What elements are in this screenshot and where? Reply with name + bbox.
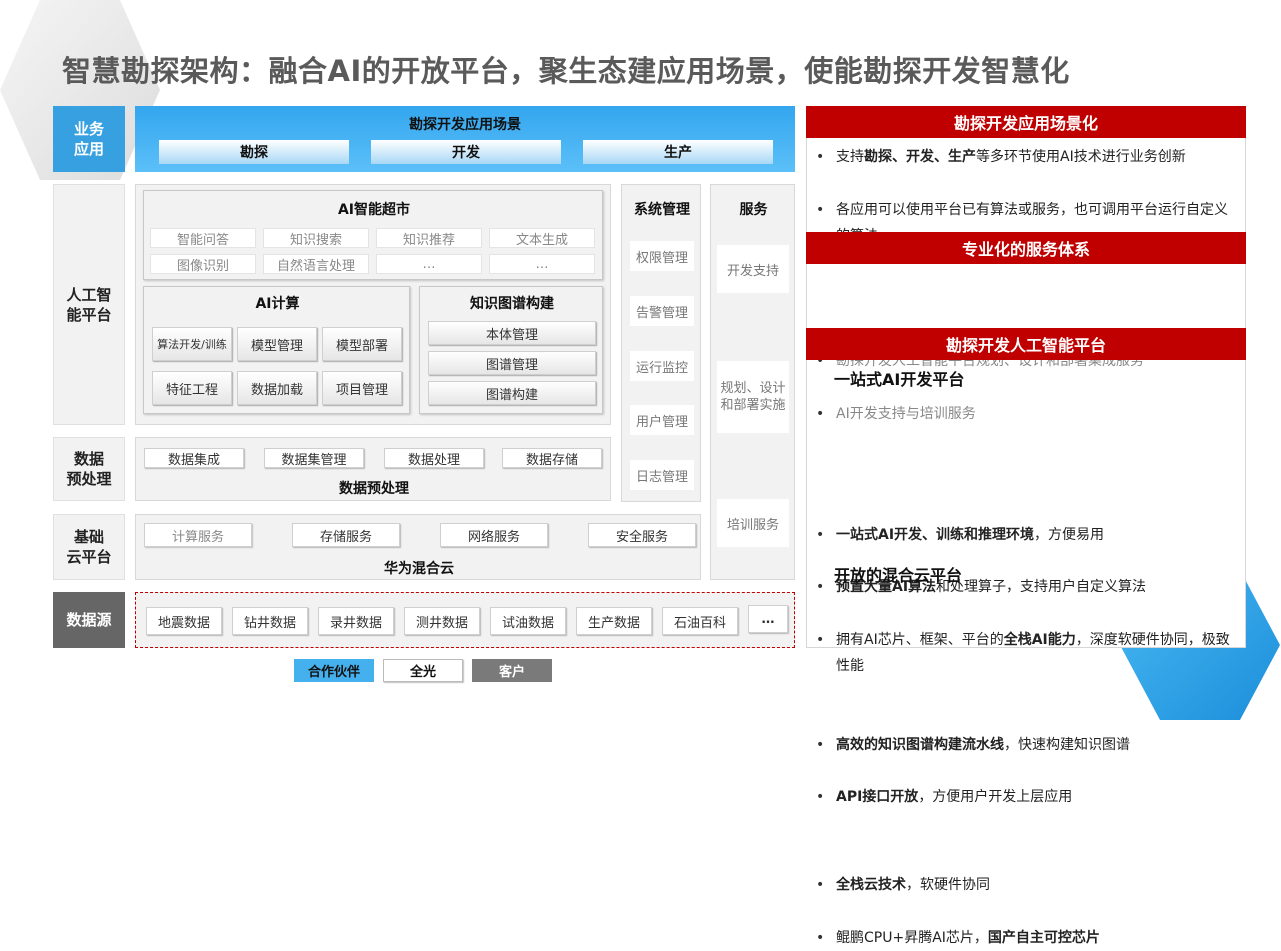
data-preprocess-item[interactable]: 数据处理	[384, 448, 484, 468]
section-heading-scenario: 勘探开发应用场景化	[806, 106, 1246, 138]
data-preprocess-item[interactable]: 数据存储	[502, 448, 602, 468]
platform-bullet: 一站式AI开发、训练和推理环境，方便易用	[806, 522, 1246, 548]
subsection-title-hybrid-cloud: 开放的混合云平台	[834, 566, 963, 585]
cloud-bullet: 鲲鹏CPU+昇腾AI芯片，国产自主可控芯片	[806, 925, 1246, 951]
data-preprocess-panel: 数据集成 数据集管理 数据处理 数据存储 数据预处理	[135, 437, 611, 501]
data-source-item[interactable]: 钻井数据	[232, 607, 308, 635]
service-bullet: AI开发支持与培训服务	[806, 401, 1246, 427]
cloud-item[interactable]: 计算服务	[144, 523, 252, 547]
ai-market-item[interactable]: 文本生成	[489, 228, 595, 248]
service-panel: 服务 开发支持 规划、设计 和部署实施 培训服务	[710, 184, 795, 580]
system-item[interactable]: 运行监控	[630, 351, 694, 381]
cloud-item[interactable]: 网络服务	[440, 523, 548, 547]
layer-label-cloud: 基础 云平台	[53, 514, 125, 580]
ai-compute-item[interactable]: 数据加载	[237, 371, 317, 405]
service-item[interactable]: 开发支持	[717, 245, 789, 293]
data-source-panel: 地震数据 钻井数据 录井数据 测井数据 试油数据 生产数据 石油百科 …	[135, 592, 795, 648]
subsection-title-onestop: 一站式AI开发平台	[834, 370, 965, 389]
data-source-item[interactable]: 地震数据	[146, 607, 222, 635]
business-item-development[interactable]: 开发	[371, 140, 561, 164]
service-title: 服务	[739, 202, 768, 218]
layer-label-data-source: 数据源	[53, 592, 125, 648]
data-source-item[interactable]: 测井数据	[404, 607, 480, 635]
ai-market-item[interactable]: 知识推荐	[376, 228, 482, 248]
ai-compute-title: AI计算	[255, 296, 300, 312]
ai-market-item[interactable]: …	[376, 254, 482, 274]
layer-label-business: 业务 应用	[53, 106, 125, 172]
platform-bullet: 拥有AI芯片、框架、平台的全栈AI能力，深度软硬件协同，极致性能	[806, 627, 1242, 679]
ai-market-item[interactable]: 知识搜索	[263, 228, 369, 248]
data-source-item[interactable]: 试油数据	[490, 607, 566, 635]
legend-partner: 合作伙伴	[294, 659, 374, 682]
business-item-production[interactable]: 生产	[583, 140, 773, 164]
data-preprocess-item[interactable]: 数据集成	[144, 448, 244, 468]
data-source-item[interactable]: 录井数据	[318, 607, 394, 635]
service-item[interactable]: 规划、设计 和部署实施	[717, 361, 789, 433]
page-title: 智慧勘探架构：融合AI的开放平台，聚生态建应用场景，使能勘探开发智慧化	[62, 54, 1070, 88]
cloud-item[interactable]: 存储服务	[292, 523, 400, 547]
system-management-title: 系统管理	[634, 202, 690, 218]
system-item[interactable]: 用户管理	[630, 405, 694, 435]
ai-market-item[interactable]: 智能问答	[150, 228, 256, 248]
data-preprocess-title: 数据预处理	[339, 481, 409, 497]
knowledge-graph-panel: 知识图谱构建 本体管理 图谱管理 图谱构建	[419, 286, 603, 414]
section-heading-ai-platform: 勘探开发人工智能平台	[806, 328, 1246, 360]
data-source-more[interactable]: …	[748, 605, 788, 633]
service-item[interactable]: 培训服务	[717, 499, 789, 547]
knowledge-graph-item[interactable]: 本体管理	[428, 321, 596, 345]
cloud-title: 华为混合云	[384, 561, 454, 577]
knowledge-graph-title: 知识图谱构建	[470, 296, 554, 312]
business-item-exploration[interactable]: 勘探	[159, 140, 349, 164]
legend-all-optical: 全光	[383, 659, 463, 682]
system-item[interactable]: 告警管理	[630, 296, 694, 326]
ai-market-item[interactable]: 图像识别	[150, 254, 256, 274]
section-heading-service: 专业化的服务体系	[806, 232, 1246, 264]
cloud-bullet: 全栈云技术，软硬件协同	[806, 872, 1246, 898]
layer-label-data-preprocess: 数据 预处理	[53, 437, 125, 501]
system-item[interactable]: 权限管理	[630, 241, 694, 271]
platform-bullet: 高效的知识图谱构建流水线，快速构建知识图谱	[806, 732, 1246, 758]
layer-label-ai-platform: 人工智 能平台	[53, 184, 125, 425]
scenario-bullet: 支持勘探、开发、生产等多环节使用AI技术进行业务创新	[806, 144, 1246, 170]
business-scenario-title: 勘探开发应用场景	[409, 117, 521, 133]
knowledge-graph-item[interactable]: 图谱构建	[428, 381, 596, 405]
business-scenario-panel: 勘探开发应用场景 勘探 开发 生产	[135, 106, 795, 172]
platform-bullet: API接口开放，方便用户开发上层应用	[806, 784, 1246, 810]
ai-compute-item[interactable]: 模型管理	[237, 327, 317, 361]
ai-compute-item[interactable]: 算法开发/训练	[152, 327, 232, 361]
ai-compute-item[interactable]: 项目管理	[322, 371, 402, 405]
ai-market-panel: AI智能超市 智能问答 知识搜索 知识推荐 文本生成 图像识别 自然语言处理 ……	[143, 190, 603, 280]
ai-compute-panel: AI计算 算法开发/训练 模型管理 模型部署 特征工程 数据加载 项目管理	[143, 286, 410, 414]
ai-compute-item[interactable]: 特征工程	[152, 371, 232, 405]
ai-compute-item[interactable]: 模型部署	[322, 327, 402, 361]
ai-market-item[interactable]: 自然语言处理	[263, 254, 369, 274]
knowledge-graph-item[interactable]: 图谱管理	[428, 351, 596, 375]
ai-market-title: AI智能超市	[337, 202, 411, 218]
data-source-item[interactable]: 生产数据	[576, 607, 652, 635]
legend-customer: 客户	[472, 659, 552, 682]
data-preprocess-item[interactable]: 数据集管理	[264, 448, 364, 468]
cloud-platform-panel: 计算服务 存储服务 网络服务 安全服务 华为混合云	[135, 514, 701, 580]
system-item[interactable]: 日志管理	[630, 460, 694, 490]
cloud-item[interactable]: 安全服务	[588, 523, 696, 547]
system-management-panel: 系统管理 权限管理 告警管理 运行监控 用户管理 日志管理	[621, 184, 701, 502]
ai-market-item[interactable]: …	[489, 254, 595, 274]
data-source-item[interactable]: 石油百科	[662, 607, 738, 635]
